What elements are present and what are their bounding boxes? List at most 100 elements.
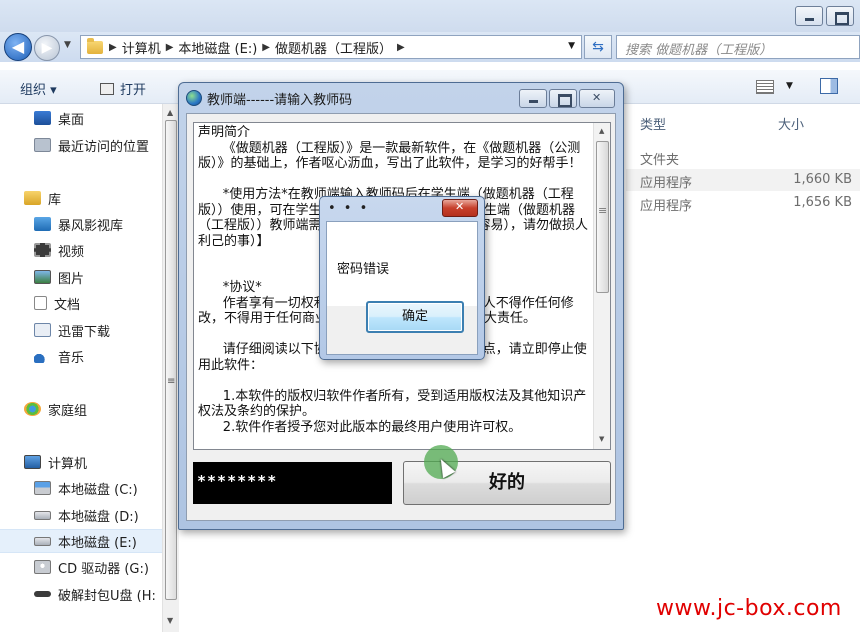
system-drive-icon	[34, 481, 51, 495]
msgbox-body: 密码错误	[326, 221, 478, 355]
msgbox-close-button[interactable]	[442, 199, 478, 217]
sidebar-item-label: 最近访问的位置	[58, 139, 150, 155]
open-button[interactable]: 打开	[100, 79, 146, 98]
dialog-minimize-button[interactable]	[519, 89, 547, 108]
address-row: ◀ ▶ ▼ ▶ 计算机 ▶ 本地磁盘 (E:) ▶ 做题机器（工程版） ▶ ▼ …	[0, 32, 860, 62]
dialog-title: 教师端------请输入教师码	[207, 93, 353, 108]
sidebar-item-label: 本地磁盘 (C:)	[58, 482, 138, 498]
breadcrumb-computer[interactable]: 计算机	[117, 38, 166, 57]
globe-icon	[186, 90, 202, 106]
scroll-down-icon[interactable]: ▼	[599, 435, 604, 443]
table-row[interactable]: 文件夹	[626, 146, 860, 168]
file-list: 类型 大小 文件夹 应用程序 1,660 KB 应用程序 1,656 KB	[626, 104, 860, 632]
sidebar-item-pictures[interactable]: 图片	[0, 265, 162, 289]
sidebar-item-label: 文档	[54, 297, 81, 313]
view-dropdown[interactable]: ▼	[786, 81, 793, 91]
computer-icon	[24, 455, 41, 469]
recent-places-icon	[34, 138, 51, 152]
address-bar[interactable]: ▶ 计算机 ▶ 本地磁盘 (E:) ▶ 做题机器（工程版） ▶ ▼	[80, 35, 582, 59]
teacher-code-input[interactable]: ********	[193, 462, 392, 504]
sidebar-item-label: 暴风影视库	[58, 218, 124, 234]
forward-button[interactable]: ▶	[34, 35, 60, 61]
sidebar-item-drive-e[interactable]: 本地磁盘 (E:)	[0, 529, 162, 553]
breadcrumb-drive-e[interactable]: 本地磁盘 (E:)	[173, 38, 262, 57]
sidebar-item-documents[interactable]: 文档	[0, 291, 162, 315]
sidebar-item-baofeng[interactable]: 暴风影视库	[0, 212, 162, 236]
sidebar-scrollbar[interactable]: ▲ ≡ ▼	[162, 104, 179, 632]
sidebar-item-label: 本地磁盘 (E:)	[58, 535, 137, 551]
column-size[interactable]: 大小	[778, 114, 804, 133]
hard-drive-icon	[34, 510, 51, 520]
sidebar-item-thunder[interactable]: 迅雷下载	[0, 318, 162, 342]
sidebar-item-label: 计算机	[48, 456, 88, 472]
maximize-button[interactable]	[826, 6, 854, 26]
sidebar-item-drive-d[interactable]: 本地磁盘 (D:)	[0, 503, 162, 527]
sidebar-item-label: 库	[48, 192, 62, 208]
table-row[interactable]: 应用程序 1,660 KB	[626, 169, 860, 191]
picture-icon	[34, 270, 51, 284]
sidebar-item-drive-c[interactable]: 本地磁盘 (C:)	[0, 476, 162, 500]
search-input[interactable]: 搜索 做题机器（工程版）	[616, 35, 860, 59]
file-size: 1,656 KB	[793, 195, 852, 210]
sidebar-item-recent[interactable]: 最近访问的位置	[0, 133, 162, 157]
minimize-button[interactable]	[795, 6, 823, 26]
license-scrollbar[interactable]: ▲ ▼	[593, 123, 610, 449]
back-button[interactable]: ◀	[4, 33, 32, 61]
scroll-up-icon[interactable]: ▲	[167, 108, 173, 117]
sidebar-item-label: 音乐	[58, 350, 85, 366]
scroll-up-icon[interactable]: ▲	[599, 127, 604, 135]
organize-button[interactable]: 组织 ▾	[20, 79, 57, 98]
column-type[interactable]: 类型	[640, 114, 666, 133]
homegroup-icon	[24, 402, 41, 416]
sidebar-item-music[interactable]: 音乐	[0, 344, 162, 368]
preview-pane-icon[interactable]	[820, 78, 838, 94]
refresh-button[interactable]: ⇆	[584, 35, 612, 59]
cd-drive-icon	[34, 560, 51, 574]
file-type: 应用程序	[640, 176, 693, 191]
desktop-icon	[34, 111, 51, 125]
sidebar-item-label: 视频	[58, 244, 85, 260]
music-note-icon	[34, 349, 51, 363]
sidebar-item-drive-g[interactable]: CD 驱动器 (G:)	[0, 555, 162, 579]
film-icon	[34, 243, 51, 257]
error-message: 密码错误	[337, 262, 390, 277]
sidebar-item-libraries[interactable]: 库	[0, 186, 162, 210]
explorer-window-buttons	[795, 6, 854, 26]
sidebar-item-homegroup[interactable]: 家庭组	[0, 397, 162, 421]
dialog-maximize-button[interactable]	[549, 89, 577, 108]
scroll-down-icon[interactable]: ▼	[167, 616, 173, 625]
dialog-close-button[interactable]	[579, 89, 615, 108]
sidebar-scroll-thumb[interactable]	[165, 120, 177, 600]
chevron-right-icon[interactable]: ▶	[109, 42, 117, 53]
msgbox-ok-button[interactable]: 确定	[366, 301, 464, 333]
chevron-right-icon[interactable]: ▶	[397, 42, 405, 53]
recent-pages-dropdown[interactable]: ▼	[64, 40, 71, 50]
license-scroll-thumb[interactable]	[596, 141, 609, 293]
refresh-icon: ⇆	[592, 39, 604, 55]
breadcrumb-folder[interactable]: 做题机器（工程版）	[270, 38, 397, 57]
sidebar-item-label: 图片	[58, 271, 85, 287]
navigation-pane: 桌面 最近访问的位置 库 暴风影视库 视频 图片 文档 迅雷下载 音乐 家庭组 …	[0, 104, 162, 632]
file-size: 1,660 KB	[793, 172, 852, 187]
video-library-icon	[34, 217, 51, 231]
sidebar-item-computer[interactable]: 计算机	[0, 450, 162, 474]
table-row[interactable]: 应用程序 1,656 KB	[626, 192, 860, 214]
view-options-icon[interactable]	[756, 80, 774, 94]
arrow-right-icon: ▶	[41, 40, 53, 56]
chevron-right-icon[interactable]: ▶	[166, 42, 174, 53]
file-type: 应用程序	[640, 199, 693, 214]
open-icon	[100, 83, 114, 95]
library-icon	[24, 191, 41, 205]
open-label: 打开	[120, 83, 147, 98]
folder-icon	[87, 37, 103, 54]
usb-drive-icon	[34, 591, 51, 597]
address-dropdown[interactable]: ▼	[568, 41, 575, 51]
sidebar-item-drive-h[interactable]: 破解封包U盘 (H:	[0, 582, 162, 606]
sidebar-item-label: 迅雷下载	[58, 324, 111, 340]
chevron-right-icon[interactable]: ▶	[262, 42, 270, 53]
arrow-left-icon: ◀	[11, 37, 25, 56]
sidebar-item-label: 破解封包U盘 (H:	[58, 588, 156, 604]
sidebar-item-desktop[interactable]: 桌面	[0, 106, 162, 130]
download-icon	[34, 323, 51, 337]
sidebar-item-videos[interactable]: 视频	[0, 238, 162, 262]
